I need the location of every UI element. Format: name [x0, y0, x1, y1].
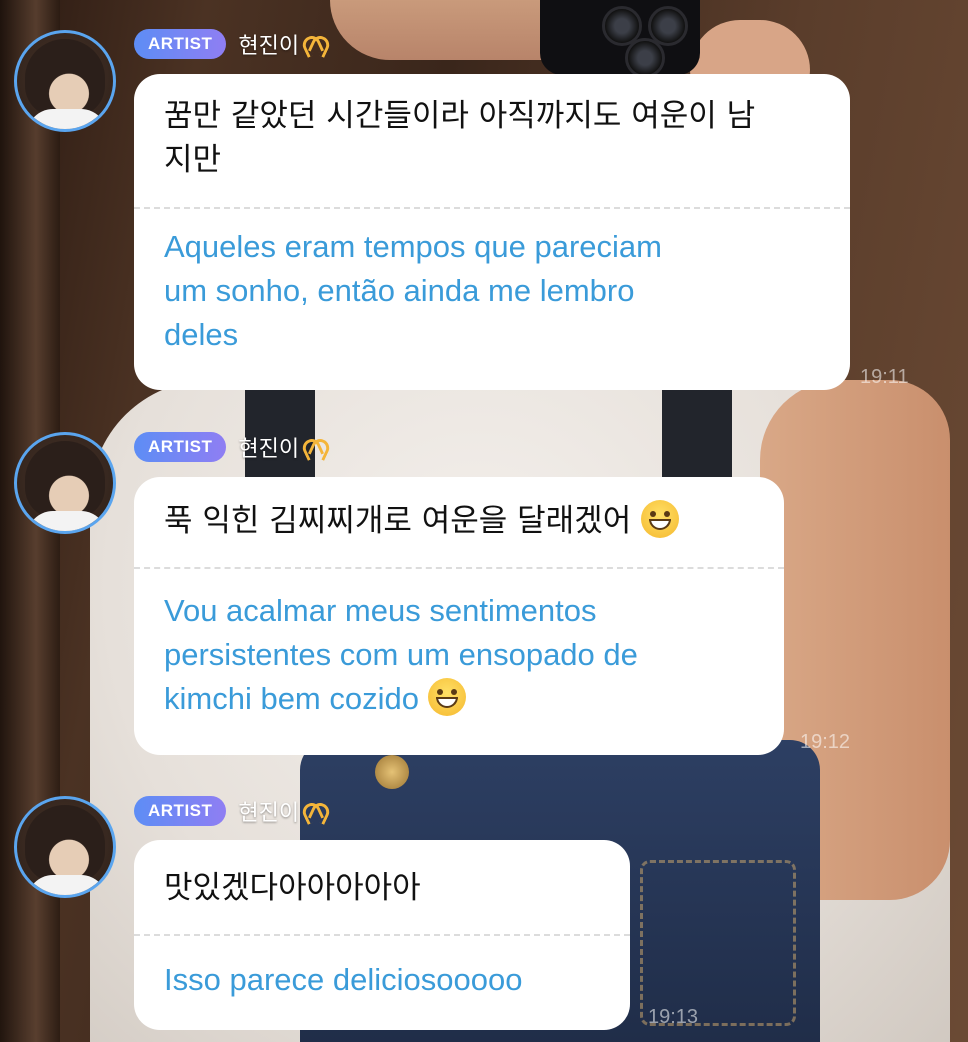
translation-text-line: deles — [164, 317, 239, 352]
artist-badge: ARTIST — [134, 29, 227, 59]
korean-text-line: 맛있겠다아아아아아 — [164, 870, 421, 906]
sender-name-text: 현진이 — [238, 34, 300, 59]
korean-text-line: 푹 익힌 김찌찌개로 여운을 달래겠어 — [164, 499, 754, 543]
artist-badge: ARTIST — [134, 432, 227, 462]
message-bubble[interactable]: 꿈만 같았던 시간들이라 아직까지도 여운이 남 지만 Aqueles eram… — [134, 74, 850, 390]
translation-text-line: kimchi bem cozido — [164, 677, 754, 721]
message-bubble[interactable]: 맛있겠다아아아아아 Isso parece deliciosooooo — [134, 840, 630, 1030]
sender-name-text: 현진이 — [238, 437, 300, 462]
grinning-face-icon — [641, 500, 680, 538]
translation-text-line: persistentes com um ensopado de — [164, 637, 638, 672]
heart-hands-icon — [303, 437, 329, 457]
translation-text-line: Isso parece deliciosooooo — [164, 962, 523, 997]
sender-name[interactable]: 현진이 — [238, 431, 329, 463]
korean-text-line: 꿈만 같았던 시간들이라 아직까지도 여운이 남 — [164, 98, 756, 134]
message-timestamp: 19:12 — [800, 731, 851, 753]
message-header: ARTIST 현진이 — [134, 795, 329, 827]
translation-text: kimchi bem cozido — [164, 681, 419, 716]
translation-text-line: Vou acalmar meus sentimentos — [164, 593, 597, 628]
korean-text: 푹 익힌 김찌찌개로 여운을 달래겠어 — [164, 503, 632, 539]
heart-hands-icon — [303, 34, 329, 54]
translation-text-line: Aqueles eram tempos que pareciam — [164, 229, 662, 264]
sender-name[interactable]: 현진이 — [238, 28, 329, 60]
avatar[interactable] — [14, 796, 116, 898]
message-bubble[interactable]: 푹 익힌 김찌찌개로 여운을 달래겠어 Vou acalmar meus sen… — [134, 477, 784, 755]
grinning-face-icon — [427, 678, 466, 716]
message-timestamp: 19:13 — [648, 1006, 699, 1028]
message-timestamp: 19:11 — [860, 366, 909, 388]
sender-name-text: 현진이 — [238, 801, 300, 826]
avatar[interactable] — [14, 432, 116, 534]
heart-hands-icon — [303, 801, 329, 821]
sender-name[interactable]: 현진이 — [238, 795, 329, 827]
message-header: ARTIST 현진이 — [134, 431, 329, 463]
translation-text-line: um sonho, então ainda me lembro — [164, 273, 635, 308]
message-header: ARTIST 현진이 — [134, 28, 329, 60]
avatar[interactable] — [14, 30, 116, 132]
artist-badge: ARTIST — [134, 796, 227, 826]
korean-text-line: 지만 — [164, 142, 222, 178]
